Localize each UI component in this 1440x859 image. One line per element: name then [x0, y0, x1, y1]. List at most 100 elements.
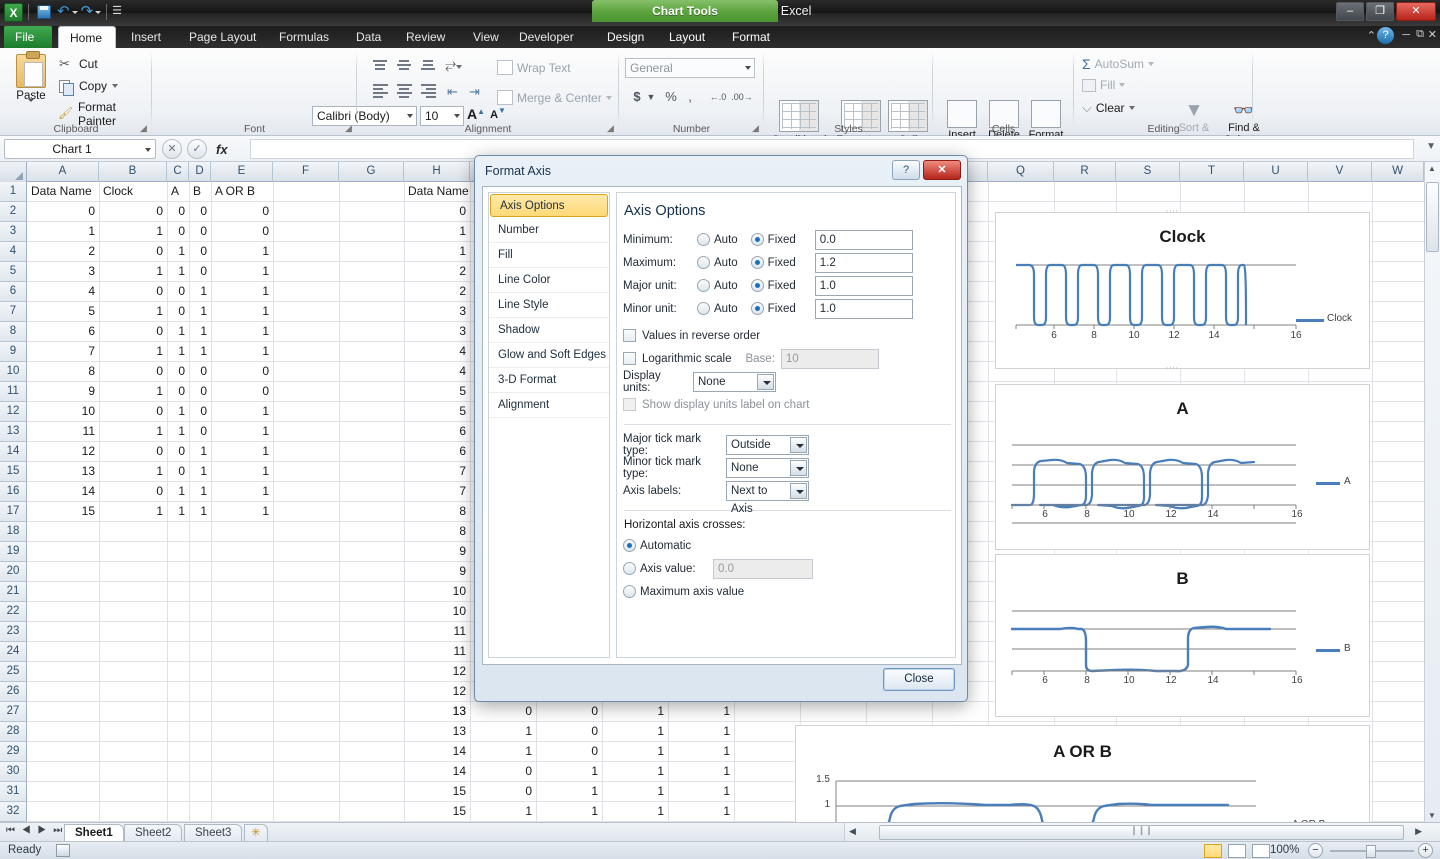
minor-unit-auto-label[interactable]: Auto [714, 303, 738, 315]
crosses-maximum-label[interactable]: Maximum axis value [640, 586, 744, 598]
column-header-b[interactable]: B [99, 162, 167, 182]
cell-B9[interactable]: 1 [99, 342, 167, 361]
nav-item-alignment[interactable]: Alignment [489, 393, 609, 418]
cell-H18[interactable]: 8 [404, 522, 470, 541]
cell-H16[interactable]: 7 [404, 482, 470, 501]
doc-close-button[interactable]: ✕ [1428, 28, 1437, 41]
minor-unit-input[interactable]: 1.0 [814, 298, 913, 319]
name-box[interactable]: Chart 1 [4, 139, 156, 159]
tab-file[interactable]: File [4, 26, 52, 48]
sheet-tab-s`heet3[interactable]: Sheet3 [184, 824, 243, 842]
chevron-down-icon[interactable] [456, 65, 463, 69]
chevron-down-icon[interactable] [745, 66, 751, 70]
nav-last-icon[interactable]: ⏭ [53, 825, 64, 836]
vertical-scroll-thumb[interactable] [1426, 182, 1439, 252]
cell-D13[interactable]: 0 [189, 422, 211, 441]
cell-K30[interactable]: 1 [602, 762, 668, 781]
restore-button[interactable]: ❐ [1366, 2, 1394, 21]
cell-B14[interactable]: 0 [99, 442, 167, 461]
row-header-13[interactable]: 13 [0, 422, 27, 442]
major-unit-auto-label[interactable]: Auto [714, 280, 738, 292]
cell-H8[interactable]: 3 [404, 322, 470, 341]
cell-I27[interactable]: 0 [470, 702, 536, 721]
column-header-a[interactable]: A [27, 162, 99, 182]
cell-C1[interactable]: A [167, 182, 189, 201]
align-left-button[interactable] [369, 82, 391, 102]
cell-D1[interactable]: B [189, 182, 211, 201]
column-header-c[interactable]: C [167, 162, 189, 182]
cell-E8[interactable]: 1 [211, 322, 273, 341]
maximum-auto-label[interactable]: Auto [714, 257, 738, 269]
cell-D4[interactable]: 0 [189, 242, 211, 261]
row-header-29[interactable]: 29 [0, 742, 27, 762]
column-header-e[interactable]: E [211, 162, 273, 182]
minor-unit-auto-radio[interactable] [697, 302, 710, 315]
format-axis-dialog[interactable]: Format Axis ? ✕ Axis Options Number Fill… [474, 155, 968, 702]
cell-B10[interactable]: 0 [99, 362, 167, 381]
cell-C10[interactable]: 0 [167, 362, 189, 381]
row-header-25[interactable]: 25 [0, 662, 27, 682]
cell-L29[interactable]: 1 [668, 742, 734, 761]
nav-item-number[interactable]: Number [489, 218, 609, 243]
row-header-2[interactable]: 2 [0, 202, 27, 222]
sheet-nav-buttons[interactable]: ⏮ ◀ ▶ ⏭ [6, 825, 64, 836]
cell-E12[interactable]: 1 [211, 402, 273, 421]
cell-H7[interactable]: 3 [404, 302, 470, 321]
cell-D3[interactable]: 0 [189, 222, 211, 241]
cell-H6[interactable]: 2 [404, 282, 470, 301]
logarithmic-label[interactable]: Logarithmic scale [642, 353, 731, 365]
cell-K28[interactable]: 1 [602, 722, 668, 741]
cell-E6[interactable]: 1 [211, 282, 273, 301]
crosses-maximum-radio[interactable] [623, 585, 636, 598]
cell-A6[interactable]: 4 [27, 282, 99, 301]
cell-I29[interactable]: 1 [470, 742, 536, 761]
cell-H30[interactable]: 14 [404, 762, 470, 781]
cell-D16[interactable]: 1 [189, 482, 211, 501]
cell-H2[interactable]: 0 [404, 202, 470, 221]
cell-H21[interactable]: 10 [404, 582, 470, 601]
logarithmic-checkbox[interactable] [623, 352, 636, 365]
minimum-input[interactable]: 0.0 [814, 229, 913, 250]
font-dialog-launcher[interactable]: ◢ [343, 123, 354, 134]
copy-button[interactable]: Copy [58, 78, 119, 96]
row-header-32[interactable]: 32 [0, 802, 27, 822]
column-header-d[interactable]: D [189, 162, 211, 182]
cell-E11[interactable]: 0 [211, 382, 273, 401]
cell-H23[interactable]: 11 [404, 622, 470, 641]
increase-decimal-button[interactable]: ←.0 [707, 86, 729, 108]
cell-A14[interactable]: 12 [27, 442, 99, 461]
cell-D14[interactable]: 1 [189, 442, 211, 461]
column-header-v[interactable]: V [1308, 162, 1372, 182]
nav-item-line-style[interactable]: Line Style [489, 293, 609, 318]
chevron-down-icon[interactable] [28, 99, 34, 116]
merge-center-button[interactable]: Merge & Center [497, 90, 612, 105]
collapse-ribbon-button[interactable]: ⌃ [1367, 29, 1376, 42]
maximum-fixed-label[interactable]: Fixed [768, 257, 796, 269]
chart-a-or-b[interactable]: A OR B 1.5 1 0.5 A OR B [795, 725, 1370, 822]
cell-E2[interactable]: 0 [211, 202, 273, 221]
cell-H12[interactable]: 5 [404, 402, 470, 421]
cell-L30[interactable]: 1 [668, 762, 734, 781]
cell-J28[interactable]: 0 [536, 722, 602, 741]
percent-button[interactable]: % [663, 86, 679, 108]
cell-L27[interactable]: 1 [668, 702, 734, 721]
orientation-button[interactable]: ⥂ [445, 56, 463, 73]
cell-B16[interactable]: 0 [99, 482, 167, 501]
maximum-fixed-radio[interactable] [750, 256, 764, 269]
row-header-12[interactable]: 12 [0, 402, 27, 422]
cell-K31[interactable]: 1 [602, 782, 668, 801]
cell-E4[interactable]: 1 [211, 242, 273, 261]
chevron-down-icon[interactable] [757, 373, 774, 390]
cell-B1[interactable]: Clock [99, 182, 167, 201]
nav-first-icon[interactable]: ⏮ [6, 825, 17, 836]
view-page-break-button[interactable] [1252, 844, 1270, 858]
cell-A15[interactable]: 13 [27, 462, 99, 481]
view-normal-button[interactable] [1204, 844, 1222, 858]
column-header-f[interactable]: F [273, 162, 339, 182]
align-center-button[interactable] [393, 82, 415, 102]
expand-formula-bar-button[interactable]: ▼ [1426, 141, 1436, 152]
decrease-decimal-button[interactable]: .00→ [731, 86, 753, 108]
row-header-1[interactable]: 1 [0, 182, 27, 202]
minimum-fixed-radio[interactable] [750, 233, 764, 246]
cell-E13[interactable]: 1 [211, 422, 273, 441]
